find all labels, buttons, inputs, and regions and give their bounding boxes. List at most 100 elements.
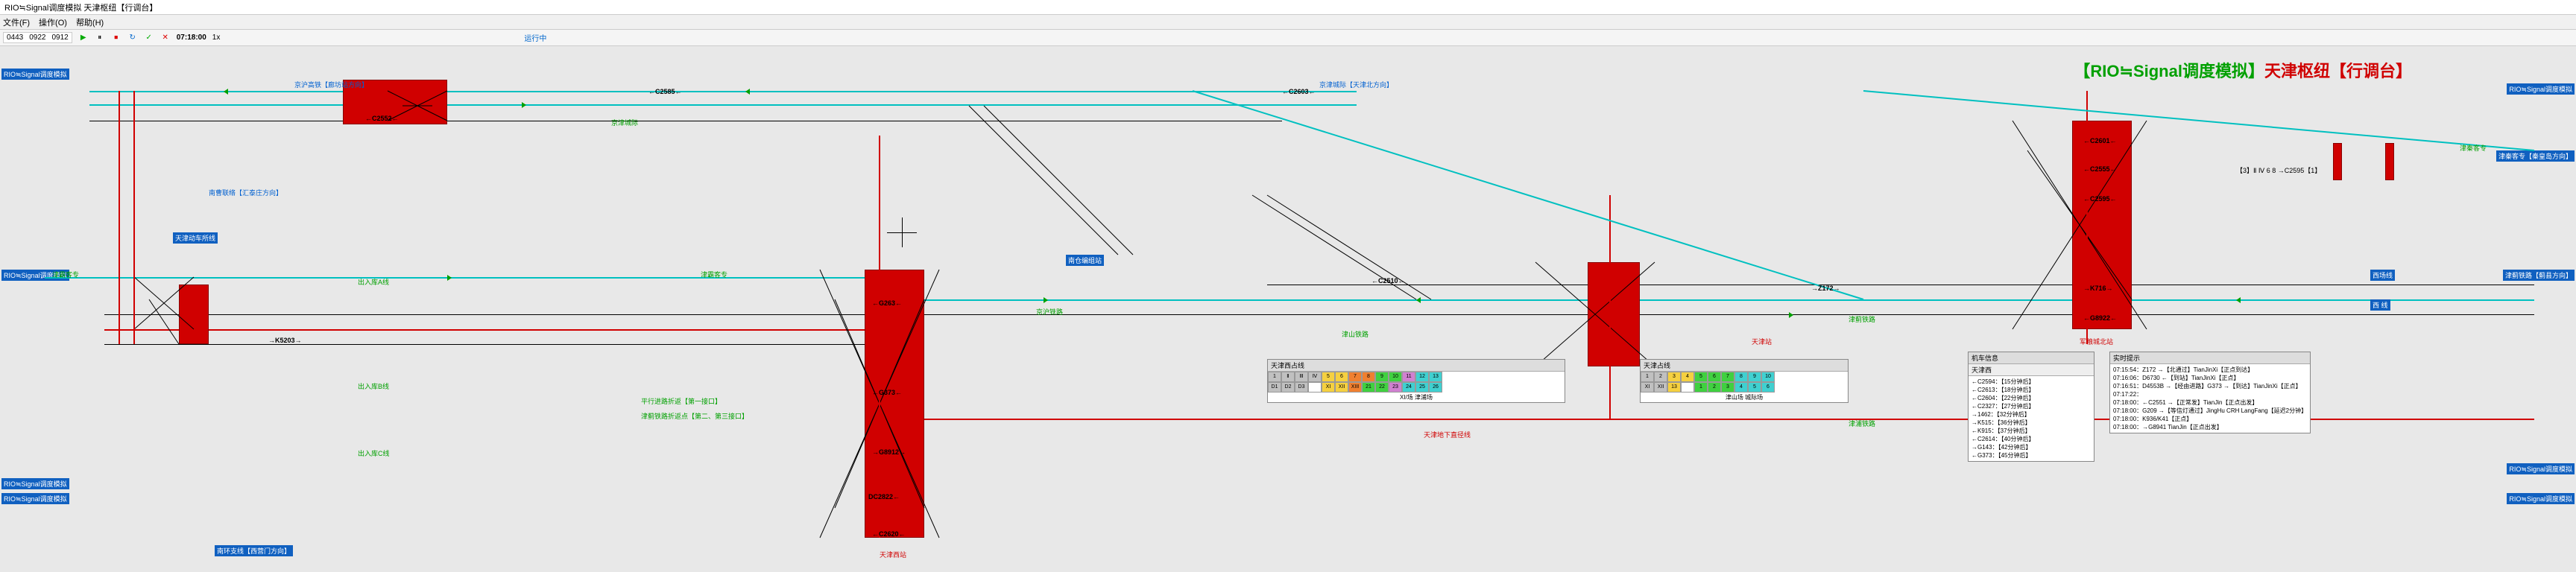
train-g8922[interactable]: ←G8922← [2083, 314, 2117, 322]
label-jlc-station: 军粮城北站 [2080, 337, 2113, 346]
train-c2510[interactable]: ←C2510← [1371, 277, 1405, 285]
toolbar: 0443 0922 0912 ▶ ⏸ ⏹ ↻ ✓ ✕ 07:18:00 1x 运… [0, 30, 2576, 46]
train-c2552[interactable]: ←C2552← [365, 115, 399, 122]
menu-bar: 文件(F) 操作(O) 帮助(H) [0, 15, 2576, 30]
track-diagram-canvas[interactable]: 【RIO≒Signal调度模拟】天津枢纽【行调台】 RIO≒Signal调度模拟… [0, 46, 2576, 572]
edge-right-1[interactable]: RIO≒Signal调度模拟 [2507, 83, 2575, 95]
info-row: →1462：【32分钟后】 [1972, 410, 2091, 419]
edge-left-3[interactable]: RIO≒Signal调度模拟 [1, 478, 69, 489]
train-dc2822[interactable]: DC2822← [868, 493, 900, 500]
schedule-header: 实时提示 [2110, 352, 2310, 364]
info-header: 机车信息 [1969, 352, 2094, 364]
station-small-2[interactable] [2385, 143, 2394, 180]
label-jinqin: 津秦客专 [2460, 143, 2487, 153]
counter-group: 0443 0922 0912 [3, 32, 72, 43]
train-c2555[interactable]: ←C2555← [2083, 165, 2117, 173]
counter-1: 0443 [7, 34, 23, 42]
station-small-1[interactable] [2333, 143, 2342, 180]
speed-label[interactable]: 1x [212, 34, 221, 42]
schedule-row: 07:18:00：G209 →【等信灯通过】JingHu CRH LangFan… [2113, 407, 2307, 415]
station-tianjin[interactable] [1588, 262, 1640, 366]
train-z172[interactable]: →Z172→ [1811, 285, 1840, 292]
check-icon[interactable]: ✓ [144, 33, 154, 43]
train-c2595[interactable]: ←C2595← [2083, 195, 2117, 203]
track-long-1 [894, 314, 2534, 315]
occ2-header: 天津占线 [1641, 360, 1848, 372]
info-row: ←K915：【37分钟后】 [1972, 427, 2091, 435]
schedule-row: 07:18:00：→G8941 TianJin【正点出发】 [2113, 423, 2307, 431]
occupancy-panel-tj[interactable]: 天津占线 12345678910 XIXII13123456 津山场 城际场 [1640, 359, 1849, 403]
schedule-row: 07:16:51：D4553B →【经由进路】G373 →【到达】TianJin… [2113, 382, 2307, 390]
arrow-icon [1044, 297, 1048, 303]
schedule-row: 07:17:22： [2113, 390, 2307, 398]
train-k5203[interactable]: →K5203→ [268, 337, 302, 344]
train-g373[interactable]: ←G373← [872, 389, 902, 396]
occupancy-panel-tjxi[interactable]: 天津西占线 1ⅡⅢⅣ5678910111213 D1D2D3XIXIIXIII2… [1267, 359, 1565, 403]
label-jinpu: 津浦铁路 [1849, 419, 1875, 428]
arrow-icon [447, 275, 452, 281]
edge-right-2[interactable]: 津秦客专【秦皇岛方向】 [2496, 150, 2575, 162]
label-jingjin-n: 京津城际【天津北方向】 [1319, 80, 1393, 89]
arrow-icon [1416, 297, 1421, 303]
building-nancang-yard[interactable]: 南仓编组站 [1066, 255, 1104, 266]
building-tjdcj[interactable]: 天津动车所线 [173, 232, 218, 244]
label-churuC: 出入库C线 [358, 448, 390, 458]
info-row: ←C2594：【15分钟后】 [1972, 378, 2091, 386]
edge-left-4[interactable]: RIO≒Signal调度模拟 [1, 493, 69, 504]
window-titlebar: RIO≒Signal调度模拟 天津枢纽【行调台】 [0, 0, 2576, 15]
track-jingjin-top [89, 91, 1357, 92]
train-g8912[interactable]: →G8912→ [872, 448, 906, 456]
close-icon[interactable]: ✕ [160, 33, 171, 43]
menu-file[interactable]: 文件(F) [3, 16, 30, 28]
train-c2603[interactable]: ←C2603← [1282, 88, 1316, 95]
label-churuB: 出入库B线 [358, 381, 389, 391]
train-k716[interactable]: →K716→ [2083, 285, 2113, 292]
info-row: ←C2604：【22分钟后】 [1972, 394, 2091, 402]
clock-label: 07:18:00 [177, 34, 206, 42]
train-c2601[interactable]: ←C2601← [2083, 137, 2117, 144]
label-tjxi-station: 天津西站 [880, 550, 906, 559]
edge-left-1[interactable]: RIO≒Signal调度模拟 [1, 69, 69, 80]
menu-help[interactable]: 帮助(H) [76, 16, 104, 28]
label-jinghu: 京沪铁路 [1036, 307, 1063, 317]
menu-operate[interactable]: 操作(O) [39, 16, 67, 28]
train-g263[interactable]: ←G263← [872, 299, 902, 307]
train-c2620[interactable]: ←C2620← [872, 530, 906, 538]
schedule-row: 07:18:00：←C2551 →【正常发】TianJin【正点出发】 [2113, 398, 2307, 407]
train-c2585[interactable]: ←C2585← [648, 88, 682, 95]
label-underground: 天津地下直径线 [1424, 430, 1471, 439]
occ1-header: 天津西占线 [1268, 360, 1565, 372]
schedule-panel[interactable]: 实时提示 07:15:54：Z172 →【北通过】TianJinXi【正点到达】… [2109, 352, 2311, 433]
edge-right-4[interactable]: RIO≒Signal调度模拟 [2507, 463, 2575, 474]
info-panel[interactable]: 机车信息 天津西 ←C2594：【15分钟后】 ←C2613：【18分钟后】 ←… [1968, 352, 2094, 462]
station-junliang[interactable] [2072, 121, 2132, 329]
info-row: →K515：【36分钟后】 [1972, 419, 2091, 427]
status-center: 运行中 [524, 32, 546, 43]
track-jinghu-2 [104, 344, 887, 345]
info-sub: 天津西 [1969, 364, 2094, 376]
station-caozhuang[interactable] [179, 285, 209, 344]
counter-3: 0912 [52, 34, 69, 42]
play-icon[interactable]: ▶ [78, 33, 89, 43]
label-churuA: 出入库A线 [358, 277, 389, 287]
arrow-icon [522, 102, 526, 108]
edge-right-5[interactable]: RIO≒Signal调度模拟 [2507, 493, 2575, 504]
stop-icon[interactable]: ⏹ [111, 33, 121, 43]
label-huishou: 津蓟铁路折返点【第二、第三接口】 [641, 411, 748, 421]
interlocking-svg [0, 46, 2576, 572]
label-jinba-in: 津霸客专 [52, 270, 79, 279]
track-jinba [45, 277, 865, 279]
occ2-row-bot: XIXII13123456 [1641, 382, 1848, 393]
schedule-row: 07:18:00：K936/K41【正点】 [2113, 415, 2307, 423]
edge-right-3[interactable]: 津蓟铁路【蓟县方向】 [2503, 270, 2575, 281]
occ1-legend: XI/场 津浦场 [1268, 393, 1565, 402]
building-xichang[interactable]: 西场线 [2370, 270, 2395, 281]
label-jinba: 津霸客专 [701, 270, 727, 279]
label-jingjin: 京津城际 [611, 118, 638, 127]
label-platform: 【3】Ⅱ Ⅳ 6 8 →C2595【1】 [2236, 165, 2321, 175]
building-xi[interactable]: 西 线 [2370, 299, 2390, 311]
refresh-icon[interactable]: ↻ [127, 33, 138, 43]
occ2-row-top: 12345678910 [1641, 372, 1848, 382]
building-nanhuan[interactable]: 南环支线【西营门方向】 [215, 545, 293, 556]
pause-icon[interactable]: ⏸ [95, 33, 105, 43]
